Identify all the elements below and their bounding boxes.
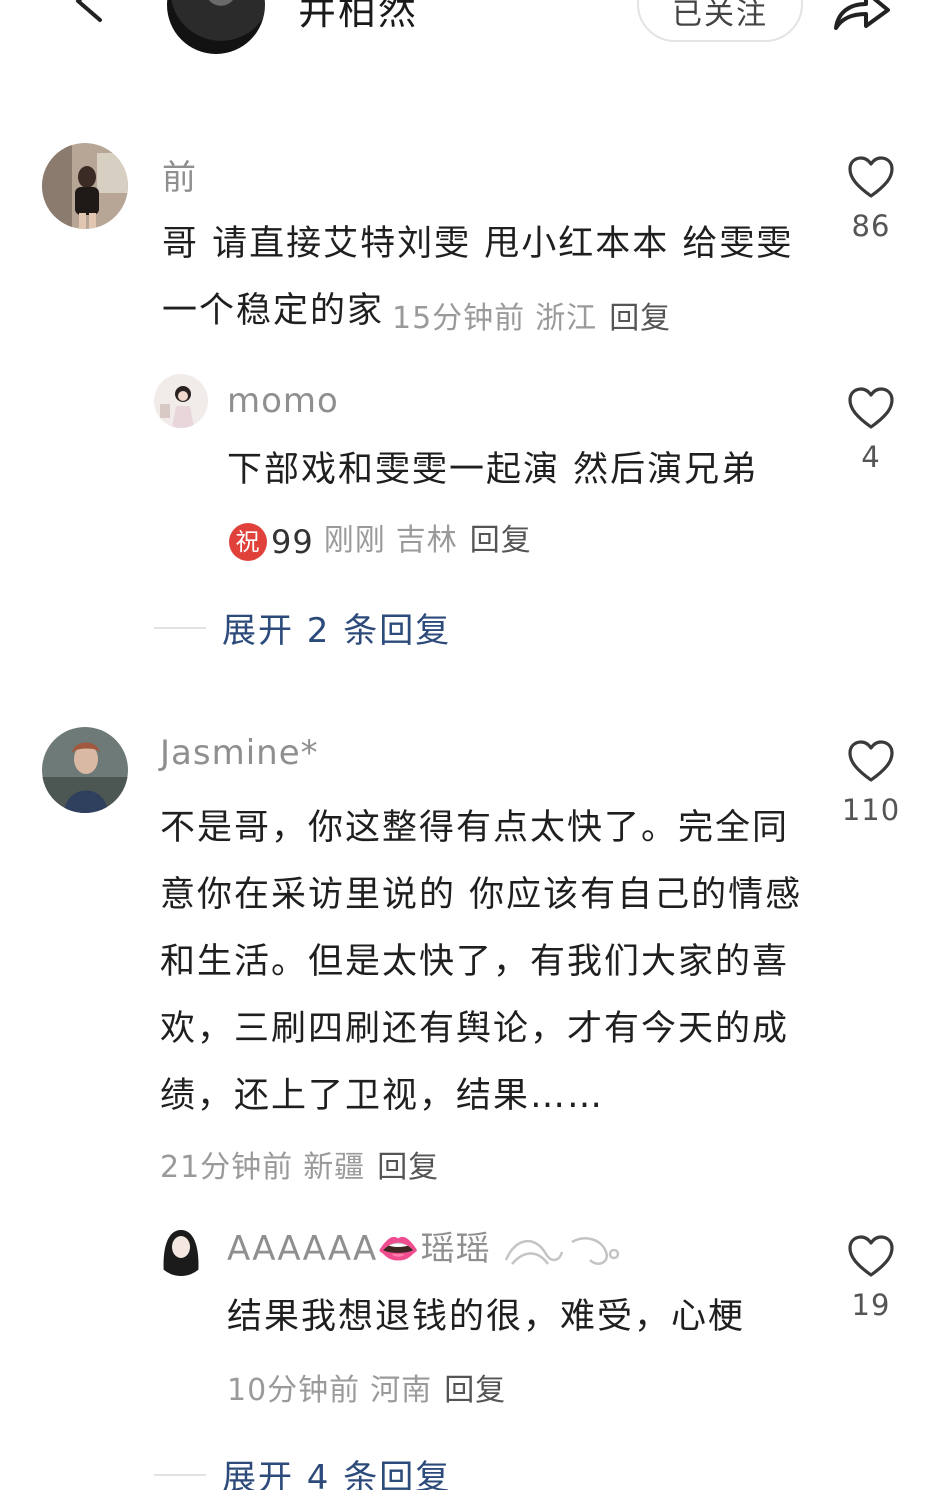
share-icon[interactable] [830,0,894,38]
replier-name-text: AAAAAA👄瑶瑶 [227,1229,491,1269]
heart-icon [848,1235,894,1277]
commenter-avatar[interactable] [42,727,128,813]
back-arrow-icon[interactable] [66,0,112,24]
comment-text: 不是哥，你这整得有点太快了。完全同意你在采访里说的 你应该有自己的情感和生活。但… [160,808,803,1116]
comment-page: 井柏然 已关注 前 哥 请直接艾特刘雯 甩小红本本 给雯雯一个稳定的家 15分钟… [0,0,940,1490]
replier-name[interactable]: momo [227,381,339,421]
divider-line [154,626,206,629]
replier-name[interactable]: AAAAAA👄瑶瑶 [227,1221,622,1272]
decorative-sticker-icon [505,1236,620,1265]
like-button[interactable]: 19 [841,1234,901,1322]
follow-button[interactable]: 已关注 [637,0,803,42]
like-count: 19 [851,1288,891,1322]
avatar-photo-icon [154,374,208,428]
comment-meta: 15分钟前 浙江 回复 [392,293,671,337]
commenter-name[interactable]: 前 [162,150,197,199]
heart-icon [848,156,894,198]
reply-region: 吉林 [395,523,458,558]
replier-avatar[interactable] [154,1222,208,1276]
like-button[interactable]: 110 [841,739,901,827]
reply-text: 下部戏和雯雯一起演 然后演兄弟 [227,450,759,490]
reply-meta: 祝 99 刚刚 吉林 回复 [229,515,532,561]
like-count: 86 [851,209,891,243]
reply-button[interactable]: 回复 [609,301,671,336]
reply-text: 结果我想退钱的很，难受，心梗 [227,1297,746,1337]
replier-avatar[interactable] [154,374,208,428]
avatar-photo-icon [42,727,128,813]
like-count: 110 [841,793,901,827]
expand-replies-label: 展开 4 条回复 [222,1458,452,1490]
comment-meta: 21分钟前 新疆 回复 [160,1142,439,1186]
reply-time: 刚刚 [323,523,386,558]
top-bar: 井柏然 已关注 [0,0,940,70]
commenter-name[interactable]: Jasmine* [160,733,319,773]
reply-button[interactable]: 回复 [444,1373,506,1408]
author-avatar[interactable] [167,0,265,54]
wish-badge-icon[interactable]: 祝 [229,522,267,561]
author-name[interactable]: 井柏然 [298,0,418,35]
like-button[interactable]: 86 [841,155,901,243]
avatar-photo-icon [42,143,128,229]
reply-button[interactable]: 回复 [377,1150,439,1185]
avatar-photo-icon [154,1222,208,1276]
comment-region: 浙江 [535,301,598,336]
heart-icon [848,387,894,429]
comment-time: 15分钟前 [392,301,526,336]
expand-replies-button[interactable]: 展开 2 条回复 [154,603,451,652]
wish-badge-count: 99 [271,522,314,561]
like-count: 4 [861,440,881,474]
commenter-avatar[interactable] [42,143,128,229]
expand-replies-button[interactable]: 展开 4 条回复 [154,1450,451,1490]
reply-meta: 10分钟前 河南 回复 [227,1365,506,1409]
reply-time: 10分钟前 [227,1373,361,1408]
expand-replies-label: 展开 2 条回复 [222,611,452,651]
like-button[interactable]: 4 [841,386,901,474]
divider-line [154,1473,206,1476]
reply-button[interactable]: 回复 [470,523,532,558]
comment-time: 21分钟前 [160,1150,294,1185]
heart-icon [848,740,894,782]
reply-region: 河南 [370,1373,433,1408]
comment-region: 新疆 [303,1150,366,1185]
